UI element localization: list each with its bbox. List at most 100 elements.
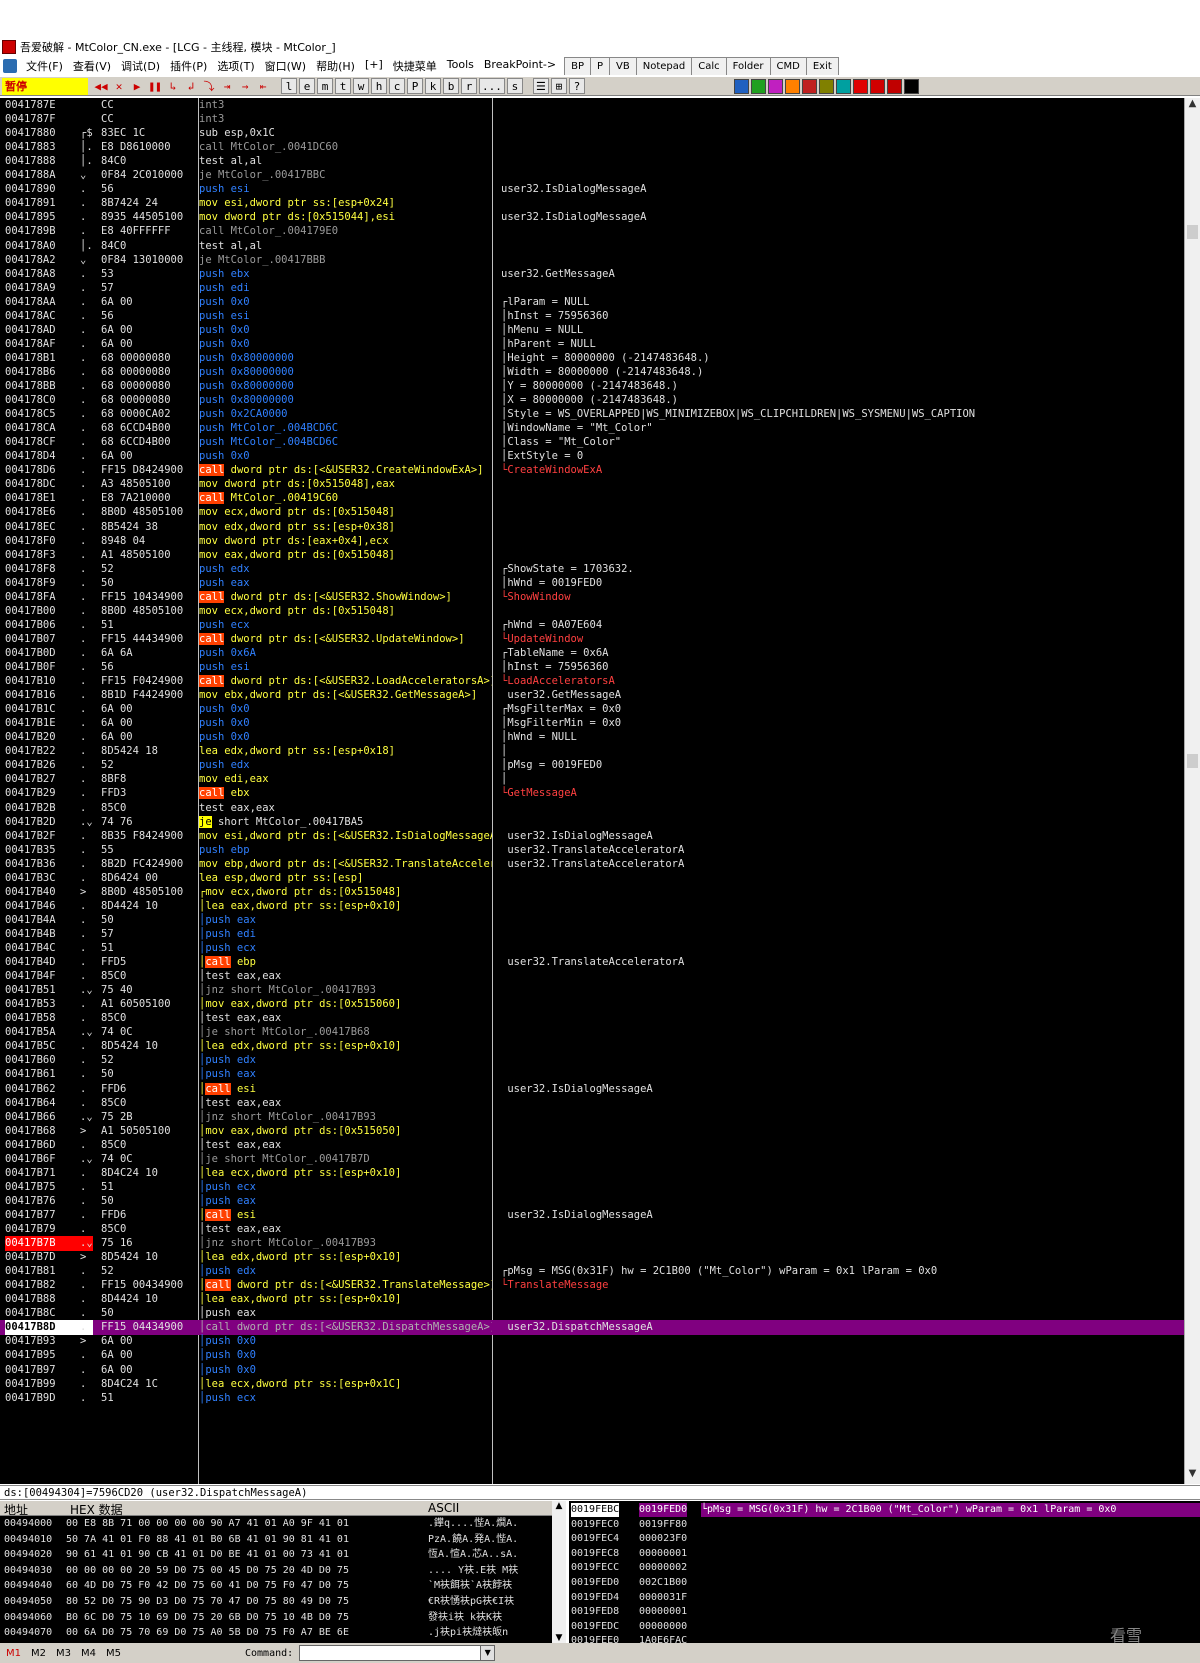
disasm-row[interactable]: 00417B2B. 85C0 test eax,eax [0,801,1184,816]
disasm-row[interactable]: 00417B10. FF15 F0424900 call dword ptr ds:… [0,674,1184,689]
disasm-row[interactable]: 00417B1C. 6A 00 push 0x0 ┌MsgFilterMax = 0x… [0,702,1184,717]
toolbar-letter-button[interactable]: ... [479,78,505,94]
disasm-row[interactable]: 00417B1E. 6A 00 push 0x0 │MsgFilterMin = 0x… [0,716,1184,731]
toolbar-button[interactable]: ↳ [165,78,181,94]
disasm-row[interactable]: 00417B20. 6A 00 push 0x0 │hWnd = NULL [0,730,1184,745]
disasm-row[interactable]: 004178F0. 8948 04 mov dword ptr ds:[eax+0x… [0,534,1184,549]
disasm-row[interactable]: 004178C0. 68 00000080 push 0x80000000 │X = … [0,393,1184,408]
command-input[interactable] [299,1645,482,1661]
disasm-row[interactable]: 00417B4A. 50 │push eax [0,913,1184,928]
disasm-row[interactable]: 004178E6. 8B0D 48505100 mov ecx,dword ptr … [0,505,1184,520]
menu-item[interactable]: 查看(V) [68,58,116,74]
disasm-row[interactable]: 00417B26. 52 push edx │pMsg = 0019FED0 [0,758,1184,773]
disasm-row[interactable]: 004178F9. 50 push eax │hWnd = 0019FED0 [0,576,1184,591]
stack-pane[interactable]: 0019FEBC 0019FED0 └pMsg = MSG(0x31F) hw = … [569,1501,1200,1643]
chevron-down-icon[interactable]: ▼ [481,1645,496,1661]
disasm-row[interactable]: 004178F3. A1 48505100 mov eax,dword ptr ds… [0,548,1184,563]
plugin-icon[interactable] [751,78,766,94]
menu-item[interactable]: BreakPoint-> [479,58,561,74]
dump-header-address[interactable]: 地址 [4,1501,28,1518]
toolbar-button[interactable]: → [237,78,253,94]
disasm-row[interactable]: 00417B46. 8D4424 10 │lea eax,dword ptr ss:… [0,899,1184,914]
scroll-up-icon[interactable]: ▲ [552,1501,566,1511]
scroll-down-icon[interactable]: ▼ [1185,1468,1200,1484]
disasm-row[interactable]: 004178AF. 6A 00 push 0x0 │hParent = NULL [0,337,1184,352]
disasm-row[interactable]: 004178CA. 68 6CCD4B00 push MtColor_.004BCD… [0,421,1184,436]
disasm-row[interactable]: 00417B7D >8D5424 10 │lea edx,dword ptr ss:… [0,1250,1184,1265]
disasm-row[interactable]: 00417B82. FF15 00434900 │call dword ptr ds… [0,1278,1184,1293]
toolbar-letter-button[interactable]: s [506,78,523,94]
plugin-icon[interactable] [836,78,851,94]
memory-dump-pane[interactable]: 地址 HEX 数据 ASCII 00494000 00 E8 8B 71 00 0… [0,1501,566,1643]
disasm-row[interactable]: 00417B5C. 8D5424 10 │lea edx,dword ptr ss:… [0,1039,1184,1054]
disasm-row[interactable]: 00417B0D. 6A 6A push 0x6A ┌TableName = 0x6A [0,646,1184,661]
disasm-row[interactable]: 004178F8. 52 push edx ┌ShowState = 1703632. [0,562,1184,577]
disasm-row[interactable]: 00417B8C. 50 │push eax [0,1306,1184,1321]
disasm-row[interactable]: 00417895. 8935 44505100 mov dword ptr ds:[… [0,210,1184,225]
tool-tab[interactable]: CMD [769,57,807,75]
plugin-icon[interactable] [802,78,817,94]
disasm-row[interactable]: 004178E1. E8 7A210000 call MtColor_.00419C… [0,491,1184,506]
tool-tab[interactable]: BP [564,57,591,75]
toolbar-letter-button[interactable]: r [461,78,477,94]
scroll-thumb[interactable] [1187,754,1198,768]
disasm-row[interactable]: 00417B22. 8D5424 18 lea edx,dword ptr ss:[… [0,744,1184,759]
stack-row[interactable]: 0019FEC8 00000001 [569,1547,1200,1561]
memory-tab[interactable]: M3 [56,1648,71,1659]
disasm-row[interactable]: 004178EC. 8B5424 38 mov edx,dword ptr ss:[… [0,520,1184,535]
plugin-icon[interactable] [853,78,868,94]
toolbar-button[interactable]: ⇤ [255,78,271,94]
document-icon[interactable] [3,59,17,73]
disasm-row[interactable]: 00417B93 >6A 00 │push 0x0 [0,1334,1184,1349]
stack-row[interactable]: 0019FEC4 000023F0 [569,1532,1200,1546]
memory-tab[interactable]: M2 [31,1648,46,1659]
disasm-row[interactable]: 00417B66 .⌄ 75 2B │jnz short MtColor_.00417… [0,1110,1184,1125]
toolbar-letter-button[interactable]: w [353,78,369,94]
toolbar-button[interactable]: ▶ [129,78,145,94]
toolbar-letter-button[interactable]: P [407,78,423,94]
disasm-row[interactable]: 00417B06. 51 push ecx ┌hWnd = 0A07E604 [0,618,1184,633]
tool-tab[interactable]: VB [609,57,637,75]
disasm-row[interactable]: 00417B97. 6A 00 │push 0x0 [0,1363,1184,1378]
plugin-icon[interactable] [870,78,885,94]
disasm-row[interactable]: 00417B9D. 51 │push ecx [0,1391,1184,1406]
scroll-thumb[interactable] [1187,225,1198,239]
disasm-row[interactable]: 00417B68 > A1 50505100 │mov eax,dword ptr d… [0,1124,1184,1139]
plugin-icon[interactable] [785,78,800,94]
disasm-row[interactable]: 00417B3C. 8D6424 00 lea esp,dword ptr ss:[… [0,871,1184,886]
disasm-row[interactable]: 004178CF. 68 6CCD4B00 push MtColor_.004BCD… [0,435,1184,450]
toolbar-button[interactable]: ◀◀ [93,78,109,94]
plugin-icon[interactable] [768,78,783,94]
dump-row[interactable]: 00494030 00 00 00 00 20 59 D0 75 00 45 D0… [0,1564,566,1578]
dump-row[interactable]: 00494010 50 7A 41 01 F0 88 41 01 B0 6B 41… [0,1533,566,1547]
dump-row[interactable]: 00494000 00 E8 8B 71 00 00 00 00 90 A7 41… [0,1517,566,1531]
toolbar-letter-button[interactable]: h [371,78,387,94]
disasm-row[interactable]: 00417883 │. E8 D8610000 call MtColor_.0041D… [0,140,1184,155]
tool-tab[interactable]: Notepad [635,57,693,75]
stack-row[interactable]: 0019FEBC 0019FED0 └pMsg = MSG(0x31F) hw = … [569,1503,1200,1517]
plugin-icon[interactable] [887,78,902,94]
toolbar-button[interactable]: ⤵ [201,78,217,94]
dump-row[interactable]: 00494040 60 4D D0 75 F0 42 D0 75 60 41 D0… [0,1579,566,1593]
toolbar-letter-button[interactable]: e [299,78,315,94]
disasm-row[interactable]: 0041787F CC int3 [0,112,1184,127]
disasm-row[interactable]: 00417B40 >8B0D 48505100 ┌mov ecx,dword ptr… [0,885,1184,900]
toolbar-letter-button[interactable]: m [317,78,333,94]
disasm-row[interactable]: 004178A8. 53 push ebx user32.GetMessageA [0,267,1184,282]
menu-item[interactable]: 调试(D) [116,58,165,74]
toolbar-letter-button[interactable]: t [335,78,351,94]
disasm-row[interactable]: 00417B88. 8D4424 10 │lea eax,dword ptr ss:… [0,1292,1184,1307]
disasm-row[interactable]: 00417B5A .⌄ 74 0C │je short MtColor_.00417B… [0,1025,1184,1040]
dump-row[interactable]: 00494070 00 6A D0 75 70 69 D0 75 A0 5B D0… [0,1626,566,1640]
disasm-row[interactable]: 00417B4C. 51 │push ecx [0,941,1184,956]
disasm-row[interactable]: 004178D4. 6A 00 push 0x0 │ExtStyle = 0 [0,449,1184,464]
menu-item[interactable]: [+] [360,58,388,74]
disasm-row[interactable]: 00417B36. 8B2D FC424900 mov ebp,dword ptr … [0,857,1184,872]
disasm-row[interactable]: 00417B2D .⌄ 74 76 je short MtColor_.00417BA… [0,815,1184,830]
disasm-row[interactable]: 00417B95. 6A 00 │push 0x0 [0,1348,1184,1363]
disasm-row[interactable]: 004178DC. A3 48505100 mov dword ptr ds:[0x… [0,477,1184,492]
toolbar-button[interactable]: ⊞ [550,78,567,94]
memory-tab[interactable]: M1 [6,1648,21,1659]
plugin-icon[interactable] [734,78,749,94]
disasm-row[interactable]: 004178B1. 68 00000080 push 0x80000000 │Heig… [0,351,1184,366]
